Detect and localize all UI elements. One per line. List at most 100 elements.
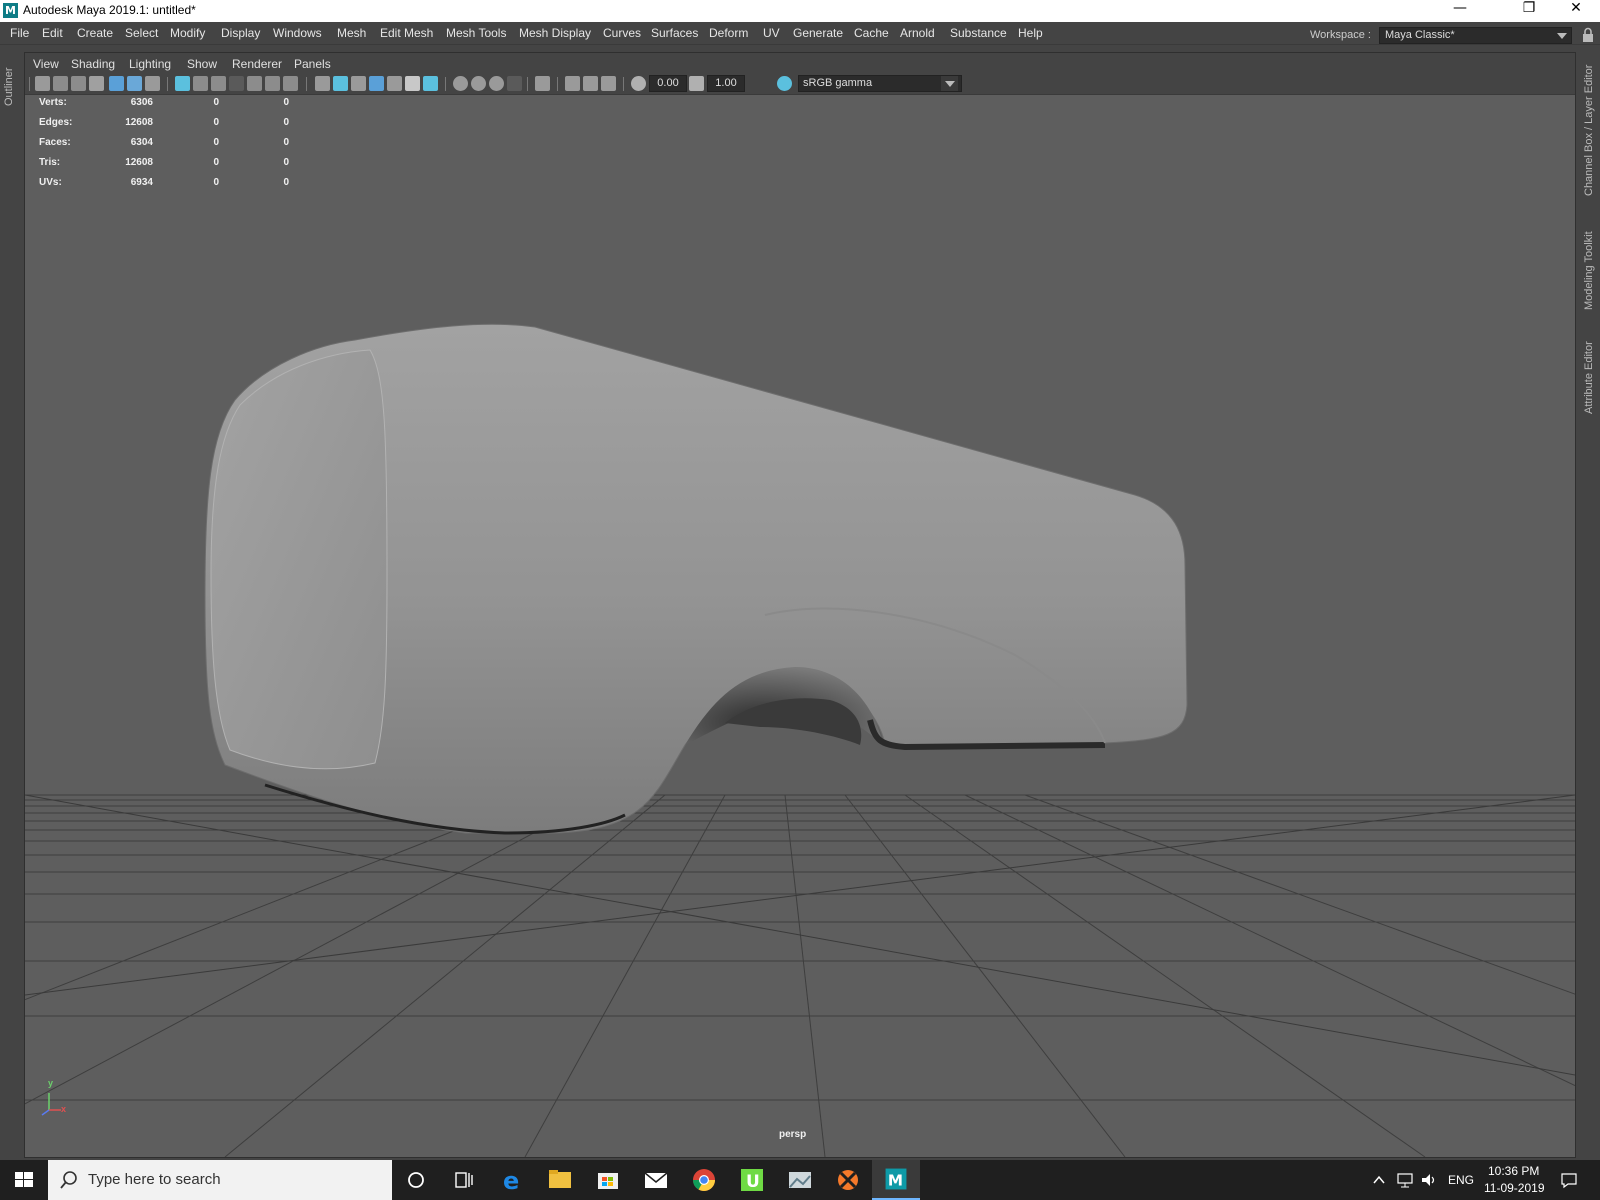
- panel-menu-view[interactable]: View: [33, 57, 59, 71]
- workspace-label: Workspace :: [1310, 29, 1371, 41]
- menu-windows[interactable]: Windows: [273, 26, 322, 40]
- bookmark-icon[interactable]: [89, 76, 104, 91]
- language-indicator[interactable]: ENG: [1448, 1173, 1474, 1187]
- clock-date[interactable]: 11-09-2019: [1484, 1181, 1545, 1195]
- edge-browser-icon[interactable]: e: [488, 1160, 536, 1200]
- gate-mask-icon[interactable]: [229, 76, 244, 91]
- close-button[interactable]: ✕: [1553, 0, 1599, 22]
- image-viewer-icon[interactable]: [776, 1160, 824, 1200]
- hud-label: Tris:: [39, 157, 61, 168]
- panel-menu-renderer[interactable]: Renderer: [232, 57, 282, 71]
- chrome-icon[interactable]: [680, 1160, 728, 1200]
- menu-edit-mesh[interactable]: Edit Mesh: [380, 26, 433, 40]
- menu-surfaces[interactable]: Surfaces: [651, 26, 698, 40]
- volume-icon[interactable]: [1420, 1172, 1438, 1188]
- panel-menu-lighting[interactable]: Lighting: [129, 57, 171, 71]
- grease-pencil-icon[interactable]: [145, 76, 160, 91]
- hud-value: 0: [213, 157, 219, 168]
- task-view-icon[interactable]: [440, 1160, 488, 1200]
- backface-culling-icon[interactable]: [601, 76, 616, 91]
- field-chart-icon[interactable]: [247, 76, 262, 91]
- gamma-icon[interactable]: [689, 76, 704, 91]
- menu-modify[interactable]: Modify: [170, 26, 205, 40]
- blender-icon[interactable]: [824, 1160, 872, 1200]
- safe-title-icon[interactable]: [283, 76, 298, 91]
- color-management-icon[interactable]: [777, 76, 792, 91]
- exposure-field[interactable]: 0.00: [649, 75, 687, 92]
- menu-generate[interactable]: Generate: [793, 26, 843, 40]
- menu-deform[interactable]: Deform: [709, 26, 748, 40]
- menu-select[interactable]: Select: [125, 26, 158, 40]
- menu-display[interactable]: Display: [221, 26, 260, 40]
- menu-mesh-display[interactable]: Mesh Display: [519, 26, 591, 40]
- menu-create[interactable]: Create: [77, 26, 113, 40]
- xray-icon[interactable]: [535, 76, 550, 91]
- microsoft-store-icon[interactable]: [584, 1160, 632, 1200]
- taskbar-search-box[interactable]: Type here to search: [48, 1160, 392, 1200]
- mail-icon[interactable]: [632, 1160, 680, 1200]
- menu-substance[interactable]: Substance: [950, 26, 1007, 40]
- panel-menu-show[interactable]: Show: [187, 57, 217, 71]
- wireframe-icon[interactable]: [315, 76, 330, 91]
- hud-value: 6306: [130, 97, 153, 108]
- outliner-tab[interactable]: Outliner: [3, 67, 15, 106]
- anti-aliasing-icon[interactable]: [471, 76, 486, 91]
- image-plane-icon[interactable]: [109, 76, 124, 91]
- gamma-field[interactable]: 1.00: [707, 75, 745, 92]
- film-gate-icon[interactable]: [193, 76, 208, 91]
- resolution-gate-icon[interactable]: [211, 76, 226, 91]
- two-d-pan-icon[interactable]: [127, 76, 142, 91]
- menu-mesh-tools[interactable]: Mesh Tools: [446, 26, 506, 40]
- exposure-icon[interactable]: [631, 76, 646, 91]
- lock-icon[interactable]: [1582, 27, 1594, 43]
- camera-select-icon[interactable]: [35, 76, 50, 91]
- chevron-down-icon: [1557, 33, 1567, 39]
- menu-curves[interactable]: Curves: [603, 26, 641, 40]
- window-title: Autodesk Maya 2019.1: untitled*: [23, 3, 196, 17]
- menu-file[interactable]: File: [10, 26, 29, 40]
- channel-box-tab[interactable]: Channel Box / Layer Editor: [1583, 65, 1595, 196]
- file-explorer-icon[interactable]: [536, 1160, 584, 1200]
- menu-cache[interactable]: Cache: [854, 26, 889, 40]
- 3d-viewport[interactable]: Verts: 6306 0 0 Edges: 12608 0 0 Faces: …: [25, 95, 1575, 1157]
- wireframe-on-shaded-icon[interactable]: [351, 76, 366, 91]
- color-space-dropdown[interactable]: sRGB gamma: [798, 75, 962, 92]
- right-side-strip: Channel Box / Layer Editor Modeling Tool…: [1578, 52, 1600, 1159]
- shadows-icon[interactable]: [405, 76, 420, 91]
- hud-value: 12608: [125, 117, 153, 128]
- safe-action-icon[interactable]: [265, 76, 280, 91]
- panel-menu-shading[interactable]: Shading: [71, 57, 115, 71]
- smooth-shade-icon[interactable]: [333, 76, 348, 91]
- clock-time[interactable]: 10:36 PM: [1488, 1164, 1539, 1178]
- menu-mesh[interactable]: Mesh: [337, 26, 366, 40]
- cortana-icon[interactable]: [392, 1160, 440, 1200]
- restore-button[interactable]: ❐: [1506, 0, 1552, 22]
- attribute-editor-tab[interactable]: Attribute Editor: [1583, 341, 1595, 414]
- depth-of-field-icon[interactable]: [489, 76, 504, 91]
- isolate-select-icon[interactable]: [507, 76, 522, 91]
- camera-lock-icon[interactable]: [53, 76, 68, 91]
- network-icon[interactable]: [1396, 1172, 1414, 1188]
- panel-menu-panels[interactable]: Panels: [294, 57, 331, 71]
- menu-arnold[interactable]: Arnold: [900, 26, 935, 40]
- grid-icon[interactable]: [175, 76, 190, 91]
- menu-edit[interactable]: Edit: [42, 26, 63, 40]
- menu-uv[interactable]: UV: [763, 26, 780, 40]
- use-all-lights-icon[interactable]: [387, 76, 402, 91]
- xray-joints-icon[interactable]: [565, 76, 580, 91]
- menu-help[interactable]: Help: [1018, 26, 1043, 40]
- textured-icon[interactable]: [369, 76, 384, 91]
- camera-attributes-icon[interactable]: [71, 76, 86, 91]
- xray-active-components-icon[interactable]: [583, 76, 598, 91]
- windows-start-button[interactable]: [0, 1160, 48, 1200]
- notification-icon[interactable]: [1560, 1171, 1578, 1189]
- workspace-dropdown[interactable]: Maya Classic*: [1379, 27, 1572, 44]
- ambient-occlusion-icon[interactable]: [423, 76, 438, 91]
- modeling-toolkit-tab[interactable]: Modeling Toolkit: [1583, 231, 1595, 310]
- chevron-up-icon[interactable]: [1372, 1174, 1386, 1186]
- motion-blur-icon[interactable]: [453, 76, 468, 91]
- minimize-button[interactable]: —: [1437, 0, 1483, 22]
- upwork-icon[interactable]: U: [728, 1160, 776, 1200]
- maya-taskbar-icon[interactable]: M: [872, 1160, 920, 1200]
- hud-value: 0: [283, 157, 289, 168]
